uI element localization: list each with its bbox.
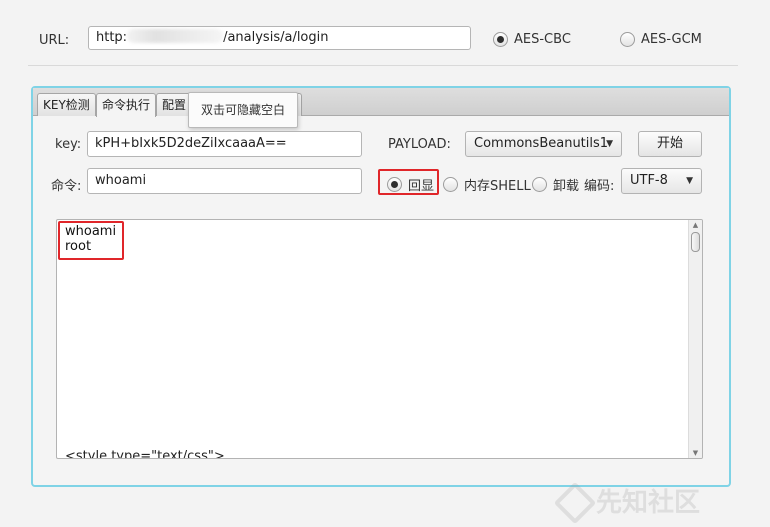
watermark-logo-icon (556, 484, 590, 518)
url-input[interactable]: http: /analysis/a/login (88, 26, 471, 50)
scroll-thumb[interactable] (691, 232, 700, 252)
radio-uninstall[interactable]: 卸载 (532, 175, 579, 194)
radio-aes-gcm[interactable]: AES-GCM (620, 32, 702, 47)
command-input[interactable]: whoami (87, 168, 362, 194)
output-highlight-box (58, 221, 124, 260)
encoding-select[interactable]: UTF-8 ▼ (621, 168, 702, 194)
key-label: key: (55, 137, 82, 152)
tab-config-label: 配置 (162, 98, 187, 112)
payload-value: CommonsBeanutils1 (474, 136, 609, 151)
scroll-up-icon[interactable]: ▲ (689, 221, 702, 229)
radio-dot-icon (493, 32, 508, 47)
radio-dot-icon (443, 177, 458, 192)
tab-command-exec[interactable]: 命令执行 (96, 93, 157, 117)
radio-memory-shell[interactable]: 内存SHELL (443, 175, 531, 194)
output-textarea[interactable]: whoami root <style type="text/css"> ▲ ▼ (56, 219, 703, 459)
separator (28, 65, 738, 66)
scroll-down-icon[interactable]: ▼ (689, 449, 702, 457)
encoding-label: 编码: (584, 179, 615, 194)
key-input[interactable]: kPH+bIxk5D2deZiIxcaaaA== (87, 131, 362, 157)
redacted-host (127, 29, 224, 43)
url-prefix: http: (96, 30, 128, 45)
tab-key-check-label: KEY检测 (43, 98, 90, 112)
radio-uninstall-label: 卸载 (553, 179, 580, 194)
start-button[interactable]: 开始 (638, 131, 702, 157)
url-suffix: /analysis/a/login (223, 30, 329, 45)
tab-command-exec-label: 命令执行 (102, 98, 151, 112)
echo-highlight-box (378, 169, 439, 195)
chevron-down-icon: ▼ (686, 176, 693, 186)
radio-aes-cbc[interactable]: AES-CBC (493, 32, 571, 47)
tab-key-check[interactable]: KEY检测 (37, 93, 96, 116)
radio-aes-cbc-label: AES-CBC (514, 32, 571, 47)
radio-memory-shell-label: 内存SHELL (464, 179, 531, 194)
encoding-value: UTF-8 (630, 173, 668, 188)
chevron-down-icon: ▼ (606, 139, 613, 149)
tooltip: 双击可隐藏空白 (188, 92, 298, 128)
url-label: URL: (39, 33, 70, 48)
payload-label: PAYLOAD: (388, 137, 451, 152)
watermark: 先知社区 (556, 482, 700, 519)
vertical-scrollbar[interactable]: ▲ ▼ (688, 220, 702, 458)
tab-bar: KEY检测 命令执行 配置 (33, 88, 729, 117)
output-line-bottom: <style type="text/css"> (65, 449, 225, 459)
payload-select[interactable]: CommonsBeanutils1 ▼ (465, 131, 622, 157)
watermark-text: 先知社区 (596, 488, 701, 518)
radio-dot-icon (532, 177, 547, 192)
radio-aes-gcm-label: AES-GCM (641, 32, 702, 47)
command-label: 命令: (51, 179, 82, 194)
radio-dot-icon (620, 32, 635, 47)
